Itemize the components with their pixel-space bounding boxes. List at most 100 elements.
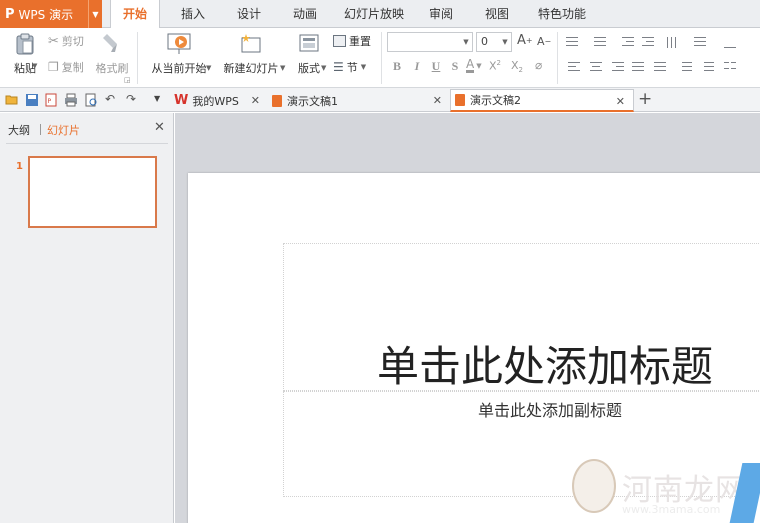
layout-icon [299,34,319,52]
undo-icon[interactable]: ↶ [105,92,115,106]
align-center-icon[interactable] [588,60,604,74]
layout-button[interactable]: 版式 [294,32,324,84]
align-left-icon[interactable] [566,60,582,74]
layout-label: 版式 [298,62,320,75]
doc-tab-my-wps[interactable]: W 我的WPS ✕ [170,89,268,112]
open-folder-icon[interactable] [5,93,19,107]
columns-icon[interactable] [722,60,738,74]
shrink-font-label: A [537,35,545,48]
save-icon[interactable] [25,93,39,107]
chevron-down-icon[interactable]: ▼ [206,64,211,72]
section-button[interactable]: ☰ 节 ▼ [333,59,366,75]
dialog-launcher-icon[interactable]: ◲ [124,76,131,84]
tab-home[interactable]: 开始 [110,0,160,29]
tab-review[interactable]: 审阅 [420,0,462,28]
justify-icon[interactable] [630,60,646,74]
export-pdf-icon[interactable]: P [44,93,58,107]
bold-button[interactable]: B [389,58,405,74]
slideshow-play-icon [167,33,191,54]
title-placeholder-text[interactable]: 单击此处添加标题 [377,333,713,394]
tab-divider [40,124,41,135]
align-text-icon[interactable] [692,35,708,49]
svg-text:P: P [48,98,52,105]
doc-tab-label: 我的WPS [192,94,239,108]
tab-view[interactable]: 视图 [476,0,518,28]
chevron-down-icon[interactable]: ▼ [321,64,326,72]
format-painter-label: 格式刷 [95,62,129,75]
superscript-button[interactable]: X2 [489,59,501,73]
slide-thumbnail[interactable] [28,156,157,228]
close-icon[interactable]: ✕ [251,94,260,107]
font-color-button[interactable]: A ▼ [466,58,482,73]
paste-button[interactable]: 粘贴 [8,32,42,84]
slide-number: 1 [16,161,23,172]
clear-format-button[interactable]: ⌀ [535,58,542,72]
scissors-icon: ✂ [48,33,59,49]
section-icon: ☰ [333,60,344,74]
tab-insert[interactable]: 插入 [172,0,214,28]
presentation-doc-icon [455,94,465,106]
increase-indent-icon[interactable] [640,35,656,49]
doc-tab-presentation-2[interactable]: 演示文稿2 ✕ [450,89,634,112]
play-from-current-label: 从当前开始 [151,62,207,75]
tab-slides[interactable]: 幻灯片 [47,122,80,138]
close-icon[interactable]: ✕ [154,120,165,135]
subscript-icon: X2 [511,59,524,75]
paragraph-spacing-icon[interactable] [700,60,716,74]
app-name: WPS 演示 [18,7,74,22]
line-spacing-icon[interactable] [678,60,694,74]
tab-special[interactable]: 特色功能 [530,0,594,28]
new-slide-icon [241,34,261,53]
chevron-down-icon[interactable]: ▼ [32,62,37,70]
cut-button[interactable]: ✂ 剪切 [48,33,84,49]
app-menu-button[interactable]: P WPS 演示 ▼ [0,0,102,28]
close-icon[interactable]: ✕ [433,94,442,107]
chevron-down-icon[interactable]: ▼ [460,33,472,51]
wps-logo-icon: W [174,93,189,108]
numbered-list-icon[interactable] [592,35,608,49]
bullet-list-icon[interactable] [564,35,580,49]
chevron-down-icon[interactable]: ▼ [88,0,102,28]
quick-access-bar: P ↶ ↷ ▼ W 我的WPS ✕ 演示文稿1 ✕ 演示文稿2 ✕ + [0,88,760,112]
wps-logo-icon: P [5,6,15,22]
decrease-indent-icon[interactable] [620,35,636,49]
cut-label: 剪切 [61,35,84,48]
tab-animation[interactable]: 动画 [284,0,326,28]
new-slide-button[interactable]: 新建幻灯片 [218,32,284,84]
tab-slideshow[interactable]: 幻灯片放映 [340,0,408,28]
tab-outline[interactable]: 大纲 [8,122,30,138]
font-name-select[interactable]: ▼ [387,32,473,52]
watermark-site: www.3mama.com [622,503,721,516]
chevron-down-icon[interactable]: ▼ [280,64,285,72]
menu-bar: P WPS 演示 ▼ 开始 插入 设计 动画 幻灯片放映 审阅 视图 特色功能 [0,0,760,29]
subscript-button[interactable]: X2 [511,59,523,74]
customize-toolbar-icon[interactable]: ▼ [154,94,160,103]
print-preview-icon[interactable] [84,93,98,107]
underline-button[interactable]: U [428,58,444,74]
shadow-button[interactable]: S [447,58,463,74]
font-size-select[interactable]: 0 ▼ [476,32,512,52]
subtitle-placeholder-text[interactable]: 单击此处添加副标题 [478,397,622,421]
reset-button[interactable]: 重置 [333,33,371,49]
text-fill-icon[interactable] [722,35,738,49]
redo-icon[interactable]: ↷ [126,92,136,106]
grow-font-button[interactable]: A + [517,33,533,48]
copy-button[interactable]: ❐ 复制 [48,59,84,75]
print-icon[interactable] [64,93,78,107]
doc-tab-presentation-1[interactable]: 演示文稿1 ✕ [268,89,450,112]
chevron-down-icon[interactable]: ▼ [361,63,366,71]
slides-pane: 大纲 幻灯片 ✕ 1 [0,113,174,523]
shrink-font-button[interactable]: A − [537,35,551,48]
distribute-icon[interactable] [652,60,668,74]
play-from-current-button[interactable]: 从当前开始 [146,32,212,84]
new-tab-plus-icon[interactable]: + [638,89,652,109]
italic-button[interactable]: I [409,58,425,74]
chevron-down-icon[interactable]: ▼ [499,33,511,51]
ribbon-separator [381,32,382,84]
new-slide-label: 新建幻灯片 [223,62,279,75]
chevron-down-icon[interactable]: ▼ [476,62,481,70]
text-direction-icon[interactable] [664,35,680,49]
align-right-icon[interactable] [610,60,626,74]
close-icon[interactable]: ✕ [616,95,625,108]
tab-design[interactable]: 设计 [228,0,270,28]
